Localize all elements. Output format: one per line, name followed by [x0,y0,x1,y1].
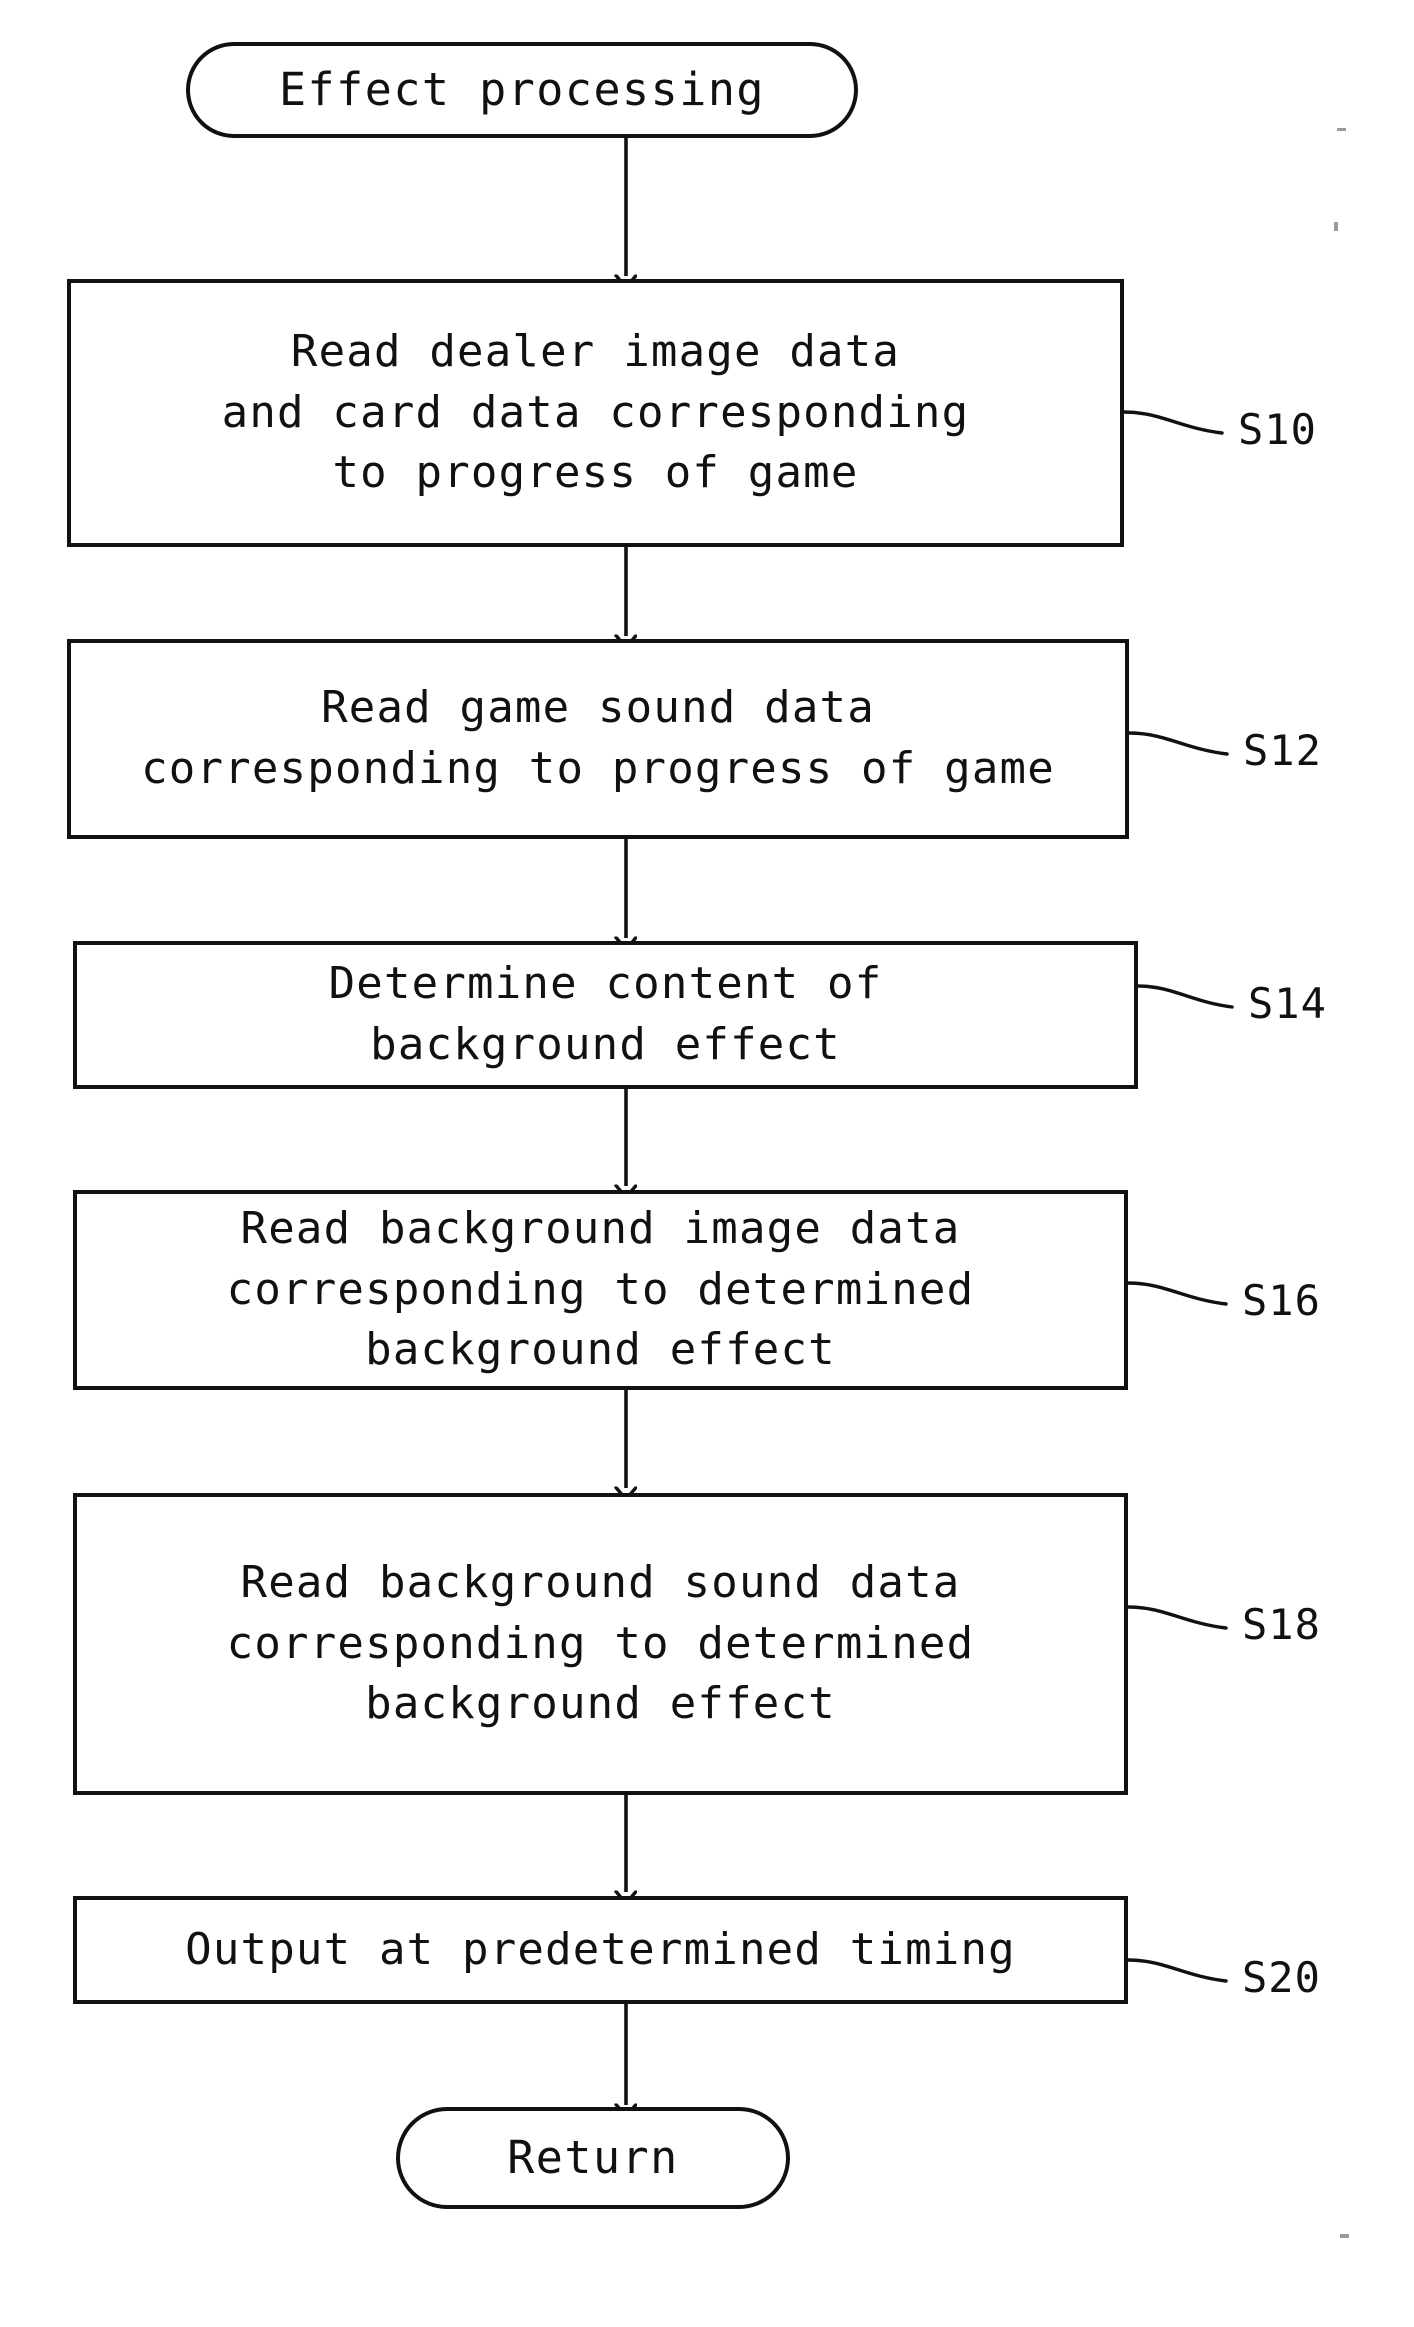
terminator-end: Return [396,2107,790,2209]
process-line: Determine content of [328,958,883,1010]
process-box-s16: Read background image data corresponding… [73,1190,1128,1390]
process-box-s14: Determine content of background effect [73,941,1138,1089]
step-ref-s12: S12 [1243,726,1322,775]
process-line: background effect [365,1678,836,1730]
step-ref-s18: S18 [1242,1600,1321,1649]
step-ref-s14: S14 [1248,979,1327,1028]
process-line: and card data corresponding [221,386,970,438]
terminator-start-label: Effect processing [278,63,766,117]
step-ref-s20: S20 [1242,1953,1321,2002]
process-box-s12: Read game sound data corresponding to pr… [67,639,1129,839]
flowchart-sheet: Effect processing Read dealer image data… [0,0,1414,2327]
terminator-end-label: Return [507,2131,679,2185]
step-ref-s10: S10 [1238,405,1317,454]
process-line: Output at predetermined timing [185,1923,1016,1975]
process-line: to progress of game [332,447,859,499]
process-box-s10: Read dealer image data and card data cor… [67,279,1124,547]
process-box-s20: Output at predetermined timing [73,1896,1128,2004]
terminator-start: Effect processing [186,42,858,138]
process-line: corresponding to determined [226,1617,975,1669]
scan-speck [1340,2234,1349,2238]
scan-speck [1334,222,1338,231]
process-line: background effect [365,1324,836,1376]
process-line: corresponding to determined [226,1263,975,1315]
process-line: Read game sound data [321,682,875,734]
process-line: Read background sound data [240,1556,961,1608]
process-line: Read background image data [240,1202,961,1254]
process-box-s18: Read background sound data corresponding… [73,1493,1128,1795]
process-line: Read dealer image data [290,325,901,377]
step-ref-s16: S16 [1242,1276,1321,1325]
scan-speck [1337,128,1346,131]
process-line: corresponding to progress of game [141,743,1055,794]
process-line: background effect [370,1019,841,1070]
